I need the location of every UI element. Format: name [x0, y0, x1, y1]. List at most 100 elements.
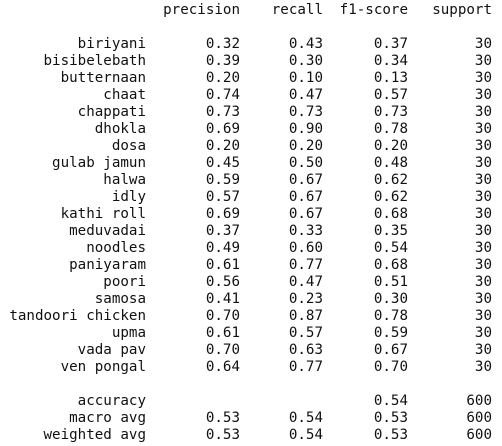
f1-score-cell: 0.59 — [373, 325, 408, 341]
f1-score-cell: 0.53 — [373, 427, 408, 443]
f1-score-cell: 0.78 — [373, 121, 408, 137]
f1-score-cell: 0.30 — [373, 291, 408, 307]
recall-cell: 0.63 — [288, 342, 323, 358]
support-cell: 30 — [474, 189, 492, 205]
recall-cell: 0.23 — [288, 291, 323, 307]
f1-score-cell: 0.68 — [373, 257, 408, 273]
f1-score-cell: 0.73 — [373, 104, 408, 120]
recall-cell: 0.10 — [288, 70, 323, 86]
f1-score-cell: 0.54 — [373, 240, 408, 256]
row-label: halwa — [103, 172, 146, 188]
table-row: butternaan 0.20 0.10 0.13 30 — [0, 70, 502, 87]
header-f1-score: f1-score — [339, 2, 408, 18]
recall-cell: 0.60 — [288, 240, 323, 256]
precision-cell: 0.32 — [205, 36, 240, 52]
row-label: chappati — [77, 104, 146, 120]
recall-cell: 0.90 — [288, 121, 323, 137]
support-cell: 600 — [466, 410, 492, 426]
precision-cell: 0.49 — [205, 240, 240, 256]
support-cell: 30 — [474, 359, 492, 375]
summary-row: accuracy 0.54 600 — [0, 393, 502, 410]
recall-cell: 0.47 — [288, 274, 323, 290]
precision-cell: 0.64 — [205, 359, 240, 375]
support-cell: 30 — [474, 87, 492, 103]
summary-row: macro avg 0.53 0.54 0.53 600 — [0, 410, 502, 427]
table-row: dhokla 0.69 0.90 0.78 30 — [0, 121, 502, 138]
precision-cell: 0.20 — [205, 138, 240, 154]
table-row: biriyani 0.32 0.43 0.37 30 — [0, 36, 502, 53]
f1-score-cell: 0.37 — [373, 36, 408, 52]
table-row: paniyaram 0.61 0.77 0.68 30 — [0, 257, 502, 274]
recall-cell: 0.87 — [288, 308, 323, 324]
recall-cell: 0.47 — [288, 87, 323, 103]
precision-cell: 0.70 — [205, 342, 240, 358]
support-cell: 30 — [474, 36, 492, 52]
precision-cell: 0.61 — [205, 257, 240, 273]
recall-cell: 0.67 — [288, 206, 323, 222]
f1-score-cell: 0.35 — [373, 223, 408, 239]
support-cell: 30 — [474, 121, 492, 137]
recall-cell: 0.77 — [288, 359, 323, 375]
row-label: butternaan — [60, 70, 146, 86]
support-cell: 30 — [474, 308, 492, 324]
f1-score-cell: 0.13 — [373, 70, 408, 86]
row-label: accuracy — [77, 393, 146, 409]
recall-cell: 0.67 — [288, 172, 323, 188]
support-cell: 30 — [474, 104, 492, 120]
precision-cell: 0.56 — [205, 274, 240, 290]
summary-row: weighted avg 0.53 0.54 0.53 600 — [0, 427, 502, 444]
support-cell: 30 — [474, 342, 492, 358]
precision-cell: 0.53 — [205, 427, 240, 443]
recall-cell: 0.43 — [288, 36, 323, 52]
f1-score-cell: 0.20 — [373, 138, 408, 154]
table-row: upma 0.61 0.57 0.59 30 — [0, 325, 502, 342]
row-label: poori — [103, 274, 146, 290]
precision-cell: 0.37 — [205, 223, 240, 239]
f1-score-cell: 0.51 — [373, 274, 408, 290]
table-row: halwa 0.59 0.67 0.62 30 — [0, 172, 502, 189]
f1-score-cell: 0.62 — [373, 189, 408, 205]
precision-cell: 0.39 — [205, 53, 240, 69]
f1-score-cell: 0.67 — [373, 342, 408, 358]
support-cell: 30 — [474, 223, 492, 239]
row-label: gulab jamun — [52, 155, 146, 171]
row-label: upma — [111, 325, 146, 341]
precision-cell: 0.73 — [205, 104, 240, 120]
f1-score-cell: 0.57 — [373, 87, 408, 103]
row-label: weighted avg — [43, 427, 147, 443]
row-label: bisibelebath — [43, 53, 147, 69]
support-cell: 30 — [474, 138, 492, 154]
header-precision: precision — [163, 2, 240, 18]
table-row: tandoori chicken 0.70 0.87 0.78 30 — [0, 308, 502, 325]
f1-score-cell: 0.70 — [373, 359, 408, 375]
recall-cell: 0.30 — [288, 53, 323, 69]
classification-report: precision recall f1-score support biriya… — [0, 0, 502, 446]
report-header-row: precision recall f1-score support — [0, 2, 502, 19]
support-cell: 30 — [474, 172, 492, 188]
recall-cell: 0.54 — [288, 410, 323, 426]
support-cell: 600 — [466, 427, 492, 443]
row-label: dhokla — [94, 121, 146, 137]
row-label: paniyaram — [69, 257, 146, 273]
row-label: vada pav — [77, 342, 146, 358]
precision-cell: 0.69 — [205, 121, 240, 137]
support-cell: 30 — [474, 70, 492, 86]
table-row: bisibelebath 0.39 0.30 0.34 30 — [0, 53, 502, 70]
row-label: chaat — [103, 87, 146, 103]
precision-cell: 0.45 — [205, 155, 240, 171]
precision-cell: 0.41 — [205, 291, 240, 307]
f1-score-cell: 0.54 — [373, 393, 408, 409]
recall-cell: 0.73 — [288, 104, 323, 120]
precision-cell: 0.74 — [205, 87, 240, 103]
row-label: meduvadai — [69, 223, 146, 239]
header-support: support — [432, 2, 492, 18]
recall-cell: 0.33 — [288, 223, 323, 239]
precision-cell: 0.59 — [205, 172, 240, 188]
precision-cell: 0.53 — [205, 410, 240, 426]
precision-cell: 0.61 — [205, 325, 240, 341]
recall-cell: 0.20 — [288, 138, 323, 154]
header-recall: recall — [271, 2, 323, 18]
table-row: dosa 0.20 0.20 0.20 30 — [0, 138, 502, 155]
support-cell: 30 — [474, 240, 492, 256]
support-cell: 30 — [474, 53, 492, 69]
